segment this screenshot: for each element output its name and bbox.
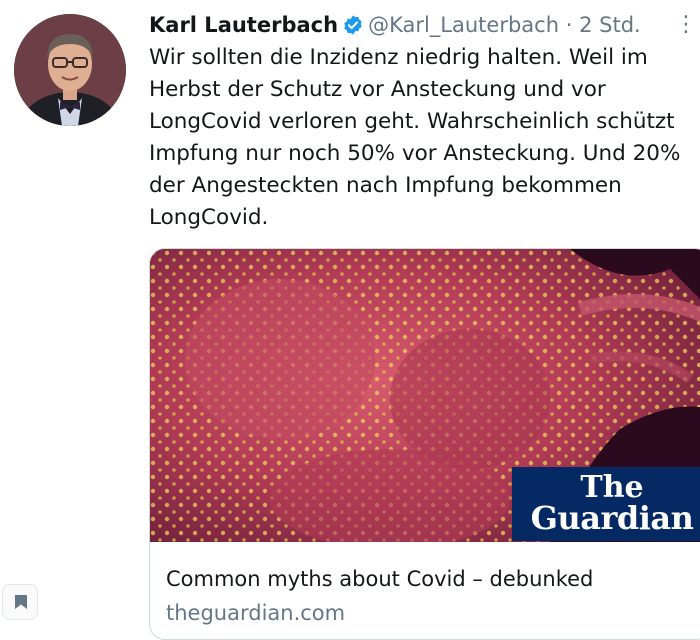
separator-dot: · bbox=[565, 13, 573, 37]
link-card[interactable]: The Guardian Common myths about Covid – … bbox=[149, 248, 700, 640]
more-options-icon[interactable]: ⋮ bbox=[675, 12, 698, 37]
bookmark-icon bbox=[15, 595, 27, 609]
tweet-timestamp[interactable]: 2 Std. bbox=[579, 13, 641, 37]
tweet-text: Wir sollten die Inzidenz niedrig halten.… bbox=[149, 45, 681, 230]
author-avatar[interactable] bbox=[14, 14, 126, 126]
bookmark-button[interactable] bbox=[2, 584, 38, 620]
author-handle[interactable]: @Karl_Lauterbach bbox=[368, 13, 559, 37]
author-name[interactable]: Karl Lauterbach bbox=[149, 13, 338, 37]
logo-line-guardian: Guardian bbox=[530, 499, 694, 537]
tweet-header: Karl Lauterbach @Karl_Lauterbach · 2 Std. bbox=[149, 12, 641, 42]
verified-badge-icon bbox=[342, 14, 364, 42]
guardian-logo: The Guardian bbox=[512, 467, 700, 541]
card-title[interactable]: Common myths about Covid – debunked bbox=[166, 567, 593, 591]
card-domain[interactable]: theguardian.com bbox=[166, 601, 345, 625]
